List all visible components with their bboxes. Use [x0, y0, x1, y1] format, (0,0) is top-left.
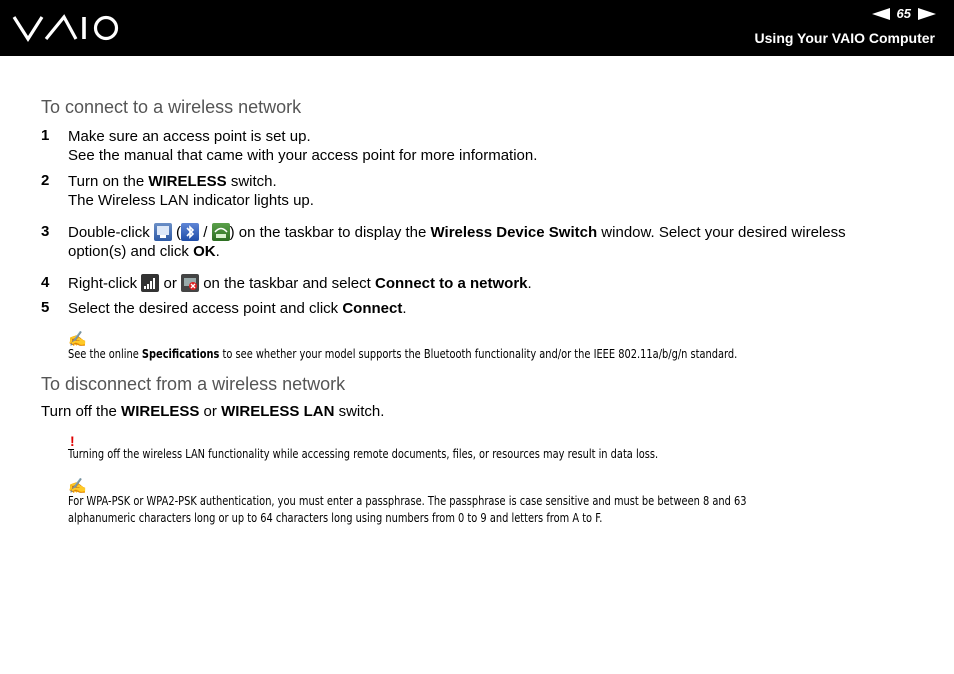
step-bold-text: Wireless Device Switch: [430, 224, 598, 241]
note-text: For WPA-PSK or WPA2-PSK authentication, …: [68, 494, 747, 508]
step-text: Turn on the: [68, 173, 149, 190]
step-2: Turn on the WIRELESS switch. The Wireles…: [68, 172, 918, 210]
specifications-link[interactable]: Specifications: [142, 347, 219, 361]
connect-heading: To connect to a wireless network: [41, 97, 302, 117]
instruction-bold-text: WIRELESS: [121, 403, 200, 420]
step-text: window. Select your desired wireless: [597, 224, 846, 241]
specifications-note: See the online Specifications to see whe…: [68, 346, 737, 363]
step-text: switch.: [226, 173, 277, 190]
step-bold-text: WIRELESS: [148, 173, 227, 190]
disconnect-heading: To disconnect from a wireless network: [41, 374, 346, 394]
step-1: Make sure an access point is set up. See…: [68, 127, 918, 165]
note-text: alphanumeric characters long or up to 64…: [68, 511, 603, 525]
instruction-bold-text: WIRELESS LAN: [221, 403, 335, 420]
step-number: 3: [41, 223, 50, 240]
note-text: to see whether your model supports the B…: [219, 347, 738, 361]
warning-text: Turning off the wireless LAN functionali…: [68, 447, 659, 461]
step-5: Select the desired access point and clic…: [68, 299, 918, 318]
step-text: Make sure an access point is set up.: [68, 128, 311, 145]
section-title: Using Your VAIO Computer: [754, 30, 935, 46]
wpa-note: For WPA-PSK or WPA2-PSK authentication, …: [68, 493, 747, 527]
step-text: .: [527, 275, 532, 292]
page-number: 65: [896, 6, 911, 21]
previous-page-icon[interactable]: [871, 7, 890, 20]
step-number: 4: [41, 274, 50, 291]
wlan-disconnected-icon: [181, 274, 200, 292]
step-3: Double-click ( / ) on the taskbar to dis…: [68, 223, 918, 261]
step-bold-text: Connect: [342, 300, 403, 317]
instruction-text: or: [199, 403, 222, 420]
step-text: or: [159, 275, 182, 292]
wlan-signal-icon: [141, 274, 160, 292]
wireless-switch-icon: [153, 223, 172, 241]
page-header: 65 Using Your VAIO Computer: [0, 0, 954, 56]
step-subtext: See the manual that came with your acces…: [68, 147, 538, 164]
instruction-text: Turn off the: [41, 403, 122, 420]
step-number: 2: [41, 172, 50, 189]
step-text: Double-click: [68, 224, 154, 241]
step-text: .: [402, 300, 407, 317]
instruction-text: switch.: [334, 403, 385, 420]
page-navigation: 65: [871, 6, 936, 21]
step-text: (: [171, 224, 182, 241]
step-text: /: [199, 224, 212, 241]
step-number: 1: [41, 127, 50, 144]
step-4: Right-click or on the taskbar and select…: [68, 274, 918, 293]
step-text: option(s) and click: [68, 243, 194, 260]
note-text: See the online: [68, 347, 142, 361]
step-text: ) on the taskbar to display the: [229, 224, 431, 241]
vaio-logo: [12, 14, 119, 42]
step-text: Select the desired access point and clic…: [68, 300, 343, 317]
step-bold-text: Connect to a network: [375, 275, 528, 292]
step-text: on the taskbar and select: [199, 275, 375, 292]
step-subtext: The Wireless LAN indicator lights up.: [68, 192, 314, 209]
next-page-icon[interactable]: [918, 7, 936, 20]
bluetooth-icon: [181, 223, 200, 241]
step-text: Right-click: [68, 275, 142, 292]
step-number: 5: [41, 299, 50, 316]
step-text: .: [215, 243, 220, 260]
step-bold-text: OK: [193, 243, 216, 260]
lan-icon: [211, 223, 230, 241]
disconnect-instruction: Turn off the WIRELESS or WIRELESS LAN sw…: [41, 403, 384, 420]
